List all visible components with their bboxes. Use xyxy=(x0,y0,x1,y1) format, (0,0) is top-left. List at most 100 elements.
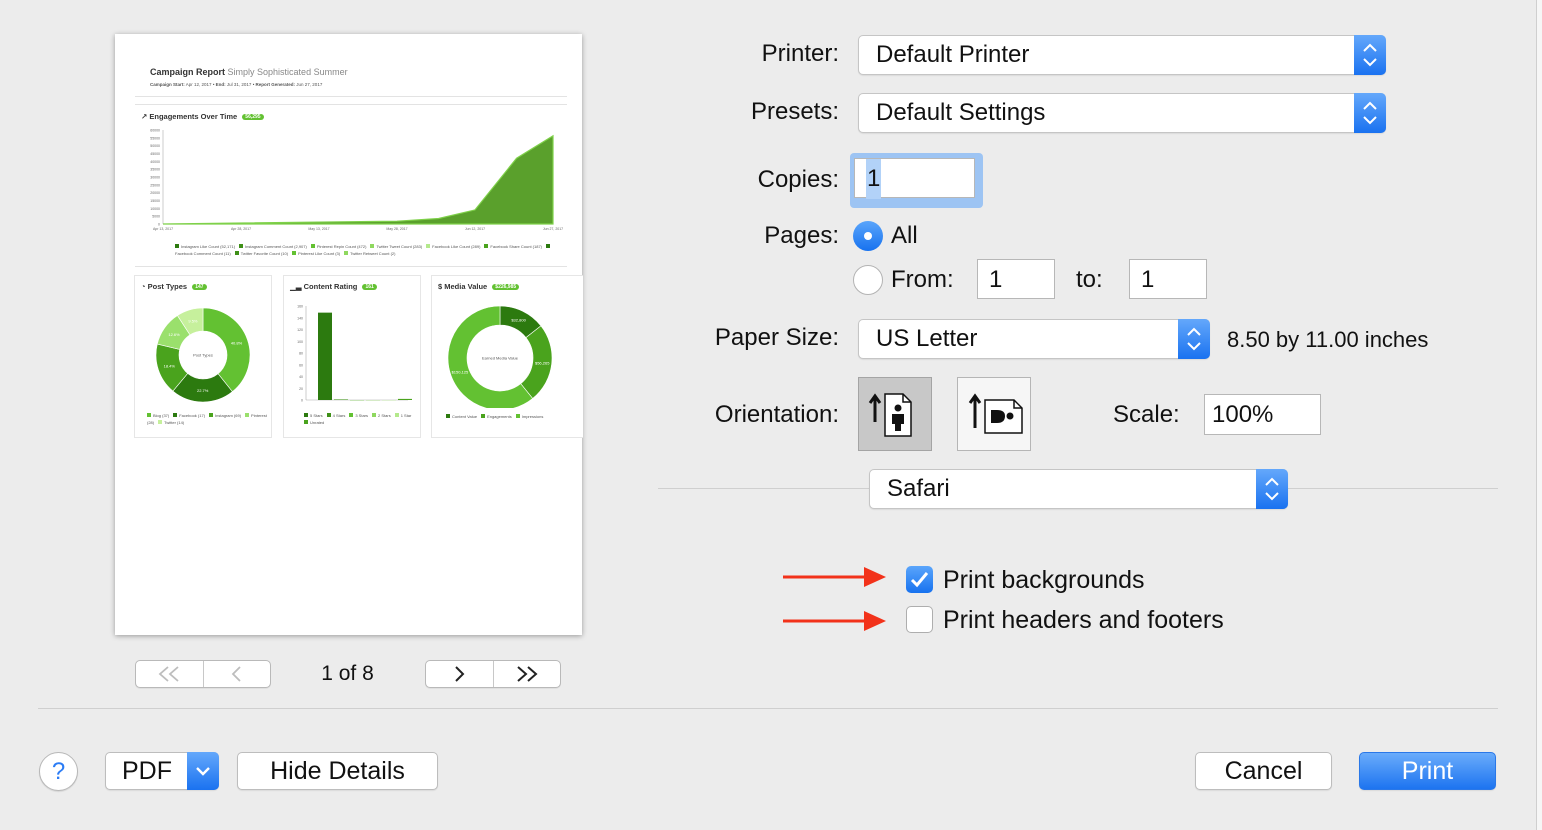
legend-swatch xyxy=(481,414,486,418)
pdf-menu-button[interactable]: PDF xyxy=(105,752,219,790)
previous-page-button[interactable] xyxy=(202,661,271,687)
orientation-label: Orientation: xyxy=(714,401,839,428)
donut-center-label: Post Types xyxy=(193,353,213,358)
slice-label: 18.4% xyxy=(164,364,176,369)
legend-swatch xyxy=(349,413,354,417)
legend-item: Content Value xyxy=(446,414,477,419)
legend-swatch xyxy=(175,244,179,248)
presets-value: Default Settings xyxy=(876,99,1046,126)
printer-popup[interactable]: Default Printer xyxy=(858,35,1386,75)
pages-all-radio[interactable] xyxy=(853,221,883,251)
y-tick-label: 50000 xyxy=(150,144,160,148)
rating-bar xyxy=(334,399,348,400)
preview-divider xyxy=(135,96,567,97)
pages-from-value: 1 xyxy=(989,266,1003,293)
pdf-label: PDF xyxy=(122,757,172,785)
content-rating-title: ▁▃ Content Rating 161 xyxy=(290,282,377,291)
legend-swatch xyxy=(310,244,315,248)
y-tick-label: 160 xyxy=(297,305,303,309)
y-tick-label: 30000 xyxy=(150,176,160,180)
x-tick-label: Jun 27, 2017 xyxy=(543,227,563,231)
paper-size-popup[interactable]: US Letter xyxy=(858,319,1210,359)
content-rating-title-text: Content Rating xyxy=(303,282,358,291)
pages-from-field[interactable]: 1 xyxy=(977,259,1055,299)
scale-field[interactable]: 100% xyxy=(1204,394,1321,435)
rating-bar xyxy=(398,398,412,400)
pages-to-field[interactable]: 1 xyxy=(1129,259,1207,299)
media-value-title-text: Media Value xyxy=(444,282,488,291)
hide-details-button[interactable]: Hide Details xyxy=(237,752,438,790)
media-value-chart: $32,800 $56,265 $150,125 Earned Media Value xyxy=(447,305,553,408)
post-types-chart: 40.8% 22.7% 18.4% 12.6% 9.5% Post Types xyxy=(155,307,251,403)
y-tick-label: 45000 xyxy=(150,152,160,156)
y-tick-label: 25000 xyxy=(150,183,160,187)
post-types-badge: 147 xyxy=(192,284,207,291)
legend-swatch xyxy=(245,413,250,417)
preview-report-title: Campaign Report Simply Sophisticated Sum… xyxy=(150,67,348,77)
pages-from-radio[interactable] xyxy=(853,265,883,295)
legend-item: Instagram (69) xyxy=(209,413,241,418)
preview-title-text: Campaign Report xyxy=(150,67,226,77)
print-headers-footers-checkbox[interactable] xyxy=(906,606,933,633)
legend-swatch xyxy=(173,413,178,417)
first-page-button[interactable] xyxy=(136,661,203,687)
last-page-button[interactable] xyxy=(492,661,561,687)
meta-end-label: End: xyxy=(215,82,226,87)
legend-label: Instagram (69) xyxy=(215,413,242,418)
engagements-legend: Instagram Like Count (52,171) Instagram C… xyxy=(175,243,565,257)
dollar-icon: $ xyxy=(438,282,443,291)
engagements-area xyxy=(162,134,554,225)
print-backgrounds-checkbox[interactable] xyxy=(906,566,933,593)
bar-chart-icon: ▁▃ xyxy=(290,282,302,291)
legend-item: 4 Stars xyxy=(326,413,345,418)
legend-swatch xyxy=(372,413,377,417)
scale-value: 100% xyxy=(1212,401,1274,428)
slice-label: 22.7% xyxy=(197,388,209,393)
legend-item: Instagram Comment Count (2,907) xyxy=(239,244,307,249)
portrait-orientation-button[interactable] xyxy=(858,377,932,451)
paper-size-label: Paper Size: xyxy=(714,324,839,351)
help-button[interactable]: ? xyxy=(39,752,78,791)
legend-swatch xyxy=(484,244,489,248)
y-tick-label: 20 xyxy=(299,387,303,391)
legend-swatch xyxy=(209,413,214,417)
popup-stepper-icon xyxy=(1178,319,1210,359)
slice-label: $150,125 xyxy=(452,370,469,375)
legend-swatch xyxy=(304,413,308,417)
content-rating-legend: 5 Stars 4 Stars 3 Stars 2 Stars 1 Star Unrate… xyxy=(304,412,416,426)
next-page-button[interactable] xyxy=(426,661,493,687)
y-tick-label: 10000 xyxy=(150,207,160,211)
legend-swatch xyxy=(239,244,244,248)
paper-size-dimensions: 8.50 by 11.00 inches xyxy=(1227,327,1429,352)
legend-item: 2 Stars xyxy=(372,413,391,418)
legend-label: Unrated xyxy=(310,420,325,425)
content-rating-badge: 161 xyxy=(362,284,377,291)
pager-back-group xyxy=(135,660,271,688)
legend-label: Instagram Comment Count (2,907) xyxy=(245,244,307,249)
legend-label: 5 Stars xyxy=(310,413,323,418)
slice-label: $32,800 xyxy=(511,317,526,322)
legend-item: Engagements xyxy=(481,414,512,419)
copies-field[interactable]: 1 xyxy=(854,158,975,199)
double-chevron-right-icon xyxy=(517,666,538,682)
legend-item: Twitter Favorite Count (10) xyxy=(234,251,288,256)
legend-item: Pinterest Like Count (3) xyxy=(292,251,340,256)
presets-popup[interactable]: Default Settings xyxy=(858,93,1386,133)
portrait-icon xyxy=(868,393,912,437)
window-edge xyxy=(1536,0,1542,830)
print-section-popup[interactable]: Safari xyxy=(869,469,1288,509)
legend-label: Facebook Like Count (289) xyxy=(432,244,481,249)
engagements-badge: 56,295 xyxy=(242,114,264,121)
legend-item: Facebook Share Count (187) xyxy=(484,244,542,249)
post-types-title-text: Post Types xyxy=(147,282,188,291)
y-tick-label: 40000 xyxy=(150,160,160,164)
legend-swatch xyxy=(234,251,239,255)
print-button[interactable]: Print xyxy=(1359,752,1496,790)
question-mark-icon: ? xyxy=(51,758,66,785)
x-tick-label: May 13, 2017 xyxy=(308,227,329,231)
y-tick-label: 80 xyxy=(299,352,303,356)
cancel-button[interactable]: Cancel xyxy=(1195,752,1332,790)
print-headers-footers-label: Print headers and footers xyxy=(943,606,1224,634)
landscape-orientation-button[interactable] xyxy=(957,377,1031,451)
page-indicator: 1 of 8 xyxy=(321,662,374,685)
